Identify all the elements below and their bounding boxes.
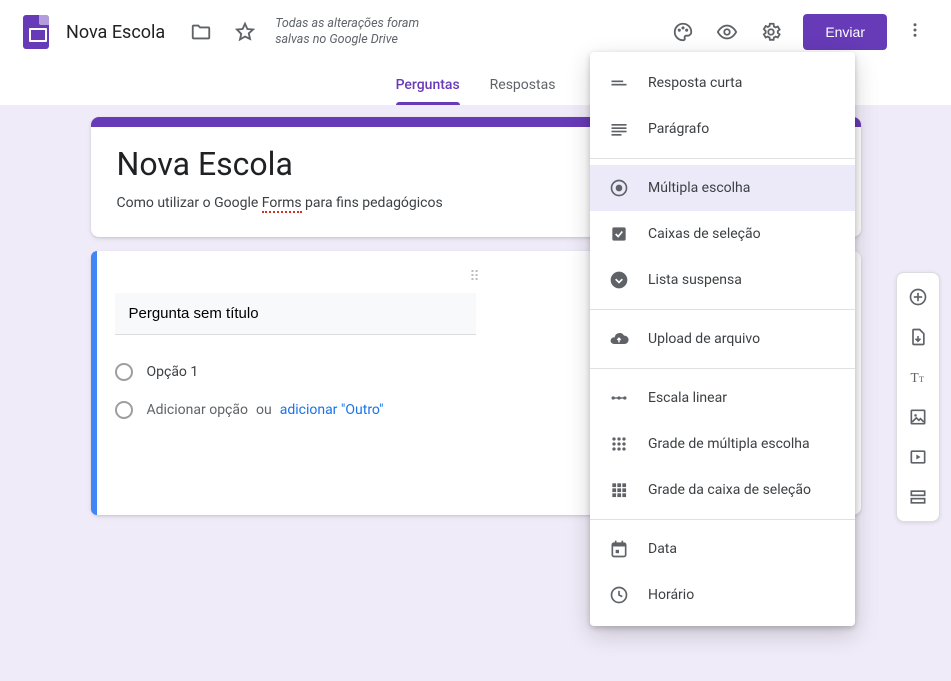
question-type-dropdown: Resposta curta Parágrafo Múltipla escolh… — [590, 52, 855, 626]
dot-grid-icon — [608, 433, 630, 455]
more-options-icon[interactable] — [895, 21, 935, 43]
dropdown-separator — [590, 368, 855, 369]
dd-multiple-choice-label: Múltipla escolha — [648, 180, 750, 196]
svg-text:T: T — [911, 370, 919, 385]
dd-cb-grid-label: Grade da caixa de seleção — [648, 482, 811, 498]
short-answer-icon — [608, 72, 630, 94]
add-image-icon[interactable] — [900, 399, 936, 435]
dd-paragraph[interactable]: Parágrafo — [590, 106, 855, 152]
dropdown-separator — [590, 158, 855, 159]
upload-cloud-icon — [608, 328, 630, 350]
save-status: Todas as alterações foram salvas no Goog… — [275, 16, 455, 49]
linear-scale-icon — [608, 387, 630, 409]
settings-icon[interactable] — [751, 12, 791, 52]
or-text: ou — [256, 402, 272, 418]
dd-file-upload-label: Upload de arquivo — [648, 331, 760, 347]
add-section-icon[interactable] — [900, 479, 936, 515]
dropdown-separator — [590, 519, 855, 520]
dd-multiple-choice[interactable]: Múltipla escolha — [590, 165, 855, 211]
paragraph-icon — [608, 118, 630, 140]
side-toolbar: TT — [896, 272, 940, 522]
calendar-icon — [608, 538, 630, 560]
dd-checkboxes[interactable]: Caixas de seleção — [590, 211, 855, 257]
add-question-icon[interactable] — [900, 279, 936, 315]
dd-dropdown[interactable]: Lista suspensa — [590, 257, 855, 303]
app-header: Nova Escola Todas as alterações foram sa… — [0, 0, 951, 58]
checkbox-icon — [608, 223, 630, 245]
dd-linear-scale-label: Escala linear — [648, 390, 727, 406]
option-1-label[interactable]: Opção 1 — [147, 364, 199, 380]
dd-date-label: Data — [648, 541, 677, 557]
dd-cb-grid[interactable]: Grade da caixa de seleção — [590, 467, 855, 513]
form-desc-suffix: para fins pedagógicos — [302, 195, 443, 211]
add-option-text[interactable]: Adicionar opção — [147, 402, 249, 418]
palette-icon[interactable] — [663, 12, 703, 52]
tab-responses[interactable]: Respostas — [490, 77, 556, 105]
dd-date[interactable]: Data — [590, 526, 855, 572]
dd-dropdown-label: Lista suspensa — [648, 272, 742, 288]
clock-icon — [608, 584, 630, 606]
dd-time[interactable]: Horário — [590, 572, 855, 618]
radio-icon — [115, 401, 133, 419]
forms-logo[interactable] — [16, 12, 56, 52]
radio-icon — [115, 363, 133, 381]
form-desc-underlined: Forms — [262, 195, 302, 213]
question-title-input[interactable] — [115, 293, 476, 335]
dd-file-upload[interactable]: Upload de arquivo — [590, 316, 855, 362]
import-questions-icon[interactable] — [900, 319, 936, 355]
dd-short-answer[interactable]: Resposta curta — [590, 60, 855, 106]
square-grid-icon — [608, 479, 630, 501]
radio-selected-icon — [608, 177, 630, 199]
folder-icon[interactable] — [181, 12, 221, 52]
dropdown-circle-icon — [608, 269, 630, 291]
dd-paragraph-label: Parágrafo — [648, 121, 709, 137]
preview-icon[interactable] — [707, 12, 747, 52]
star-icon[interactable] — [225, 12, 265, 52]
dd-linear-scale[interactable]: Escala linear — [590, 375, 855, 421]
dd-mc-grid-label: Grade de múltipla escolha — [648, 436, 810, 452]
dd-checkboxes-label: Caixas de seleção — [648, 226, 761, 242]
add-video-icon[interactable] — [900, 439, 936, 475]
svg-text:T: T — [919, 375, 924, 384]
dd-time-label: Horário — [648, 587, 694, 603]
dd-mc-grid[interactable]: Grade de múltipla escolha — [590, 421, 855, 467]
dropdown-separator — [590, 309, 855, 310]
add-title-icon[interactable]: TT — [900, 359, 936, 395]
form-desc-prefix: Como utilizar o Google — [117, 195, 262, 211]
add-other-link[interactable]: adicionar "Outro" — [280, 402, 384, 418]
send-button[interactable]: Enviar — [803, 14, 887, 50]
document-title[interactable]: Nova Escola — [66, 22, 165, 43]
dd-short-answer-label: Resposta curta — [648, 75, 742, 91]
tab-questions[interactable]: Perguntas — [396, 77, 460, 105]
